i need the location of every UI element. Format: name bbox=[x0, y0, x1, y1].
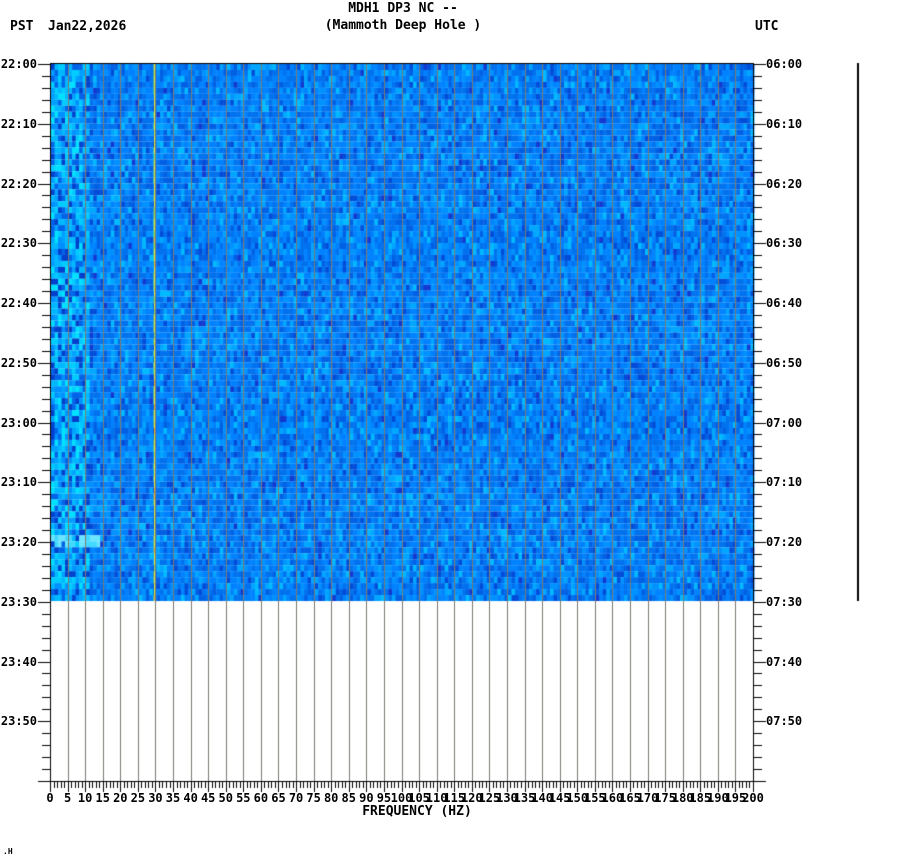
right-time-label: 07:50 bbox=[766, 714, 803, 728]
freq-tick-label: 90 bbox=[359, 791, 374, 805]
right-time-label: 07:40 bbox=[766, 655, 803, 669]
right-time-label: 07:20 bbox=[766, 535, 803, 549]
corner-mark: .H bbox=[3, 847, 13, 856]
right-time-label: 07:30 bbox=[766, 595, 803, 609]
right-time-label: 06:20 bbox=[766, 177, 803, 191]
freq-tick-label: 50 bbox=[218, 791, 233, 805]
left-time-label: 22:40 bbox=[0, 296, 37, 310]
freq-tick-label: 0 bbox=[46, 791, 54, 805]
freq-tick-label: 40 bbox=[183, 791, 198, 805]
frequency-axis-title: FREQUENCY (HZ) bbox=[362, 804, 472, 819]
freq-tick-label: 95 bbox=[376, 791, 392, 805]
left-time-label: 23:30 bbox=[0, 595, 37, 609]
freq-tick-label: 85 bbox=[341, 791, 356, 805]
left-time-label: 22:50 bbox=[0, 356, 37, 370]
freq-tick-label: 45 bbox=[200, 791, 216, 805]
freq-tick-label: 75 bbox=[306, 791, 321, 805]
left-time-label: 22:10 bbox=[0, 117, 37, 131]
freq-tick-label: 30 bbox=[148, 791, 163, 805]
freq-tick-label: 70 bbox=[288, 791, 304, 805]
left-time-label: 22:30 bbox=[0, 236, 37, 250]
right-time-label: 06:00 bbox=[766, 57, 803, 71]
right-time-label: 06:30 bbox=[766, 236, 803, 250]
left-time-label: 23:50 bbox=[0, 714, 37, 728]
right-time-label: 07:10 bbox=[766, 475, 803, 489]
left-time-label: 22:00 bbox=[0, 57, 37, 71]
freq-tick-label: 200 bbox=[742, 791, 764, 805]
freq-tick-label: 25 bbox=[130, 791, 146, 805]
left-time-label: 22:20 bbox=[0, 177, 37, 191]
freq-tick-label: 35 bbox=[165, 791, 181, 805]
freq-tick-label: 15 bbox=[95, 791, 110, 805]
freq-tick-label: 5 bbox=[63, 791, 72, 805]
left-time-label: 23:20 bbox=[0, 535, 37, 549]
right-time-label: 06:10 bbox=[766, 117, 803, 131]
right-time-label: 06:50 bbox=[766, 356, 803, 370]
freq-tick-label: 20 bbox=[113, 791, 128, 805]
left-time-label: 23:00 bbox=[0, 416, 37, 430]
right-time-label: 07:00 bbox=[766, 416, 803, 430]
freq-tick-label: 60 bbox=[253, 791, 269, 805]
freq-tick-label: 65 bbox=[271, 791, 286, 805]
freq-tick-label: 80 bbox=[323, 791, 339, 805]
left-time-label: 23:40 bbox=[0, 655, 37, 669]
spectrogram-viewer: PST Jan22,2026 MDH1 DP3 NC -- (Mammoth D… bbox=[0, 0, 902, 864]
right-time-label: 06:40 bbox=[766, 296, 803, 310]
freq-tick-label: 55 bbox=[236, 791, 251, 805]
left-time-label: 23:10 bbox=[0, 475, 37, 489]
freq-tick-label: 10 bbox=[77, 791, 93, 805]
